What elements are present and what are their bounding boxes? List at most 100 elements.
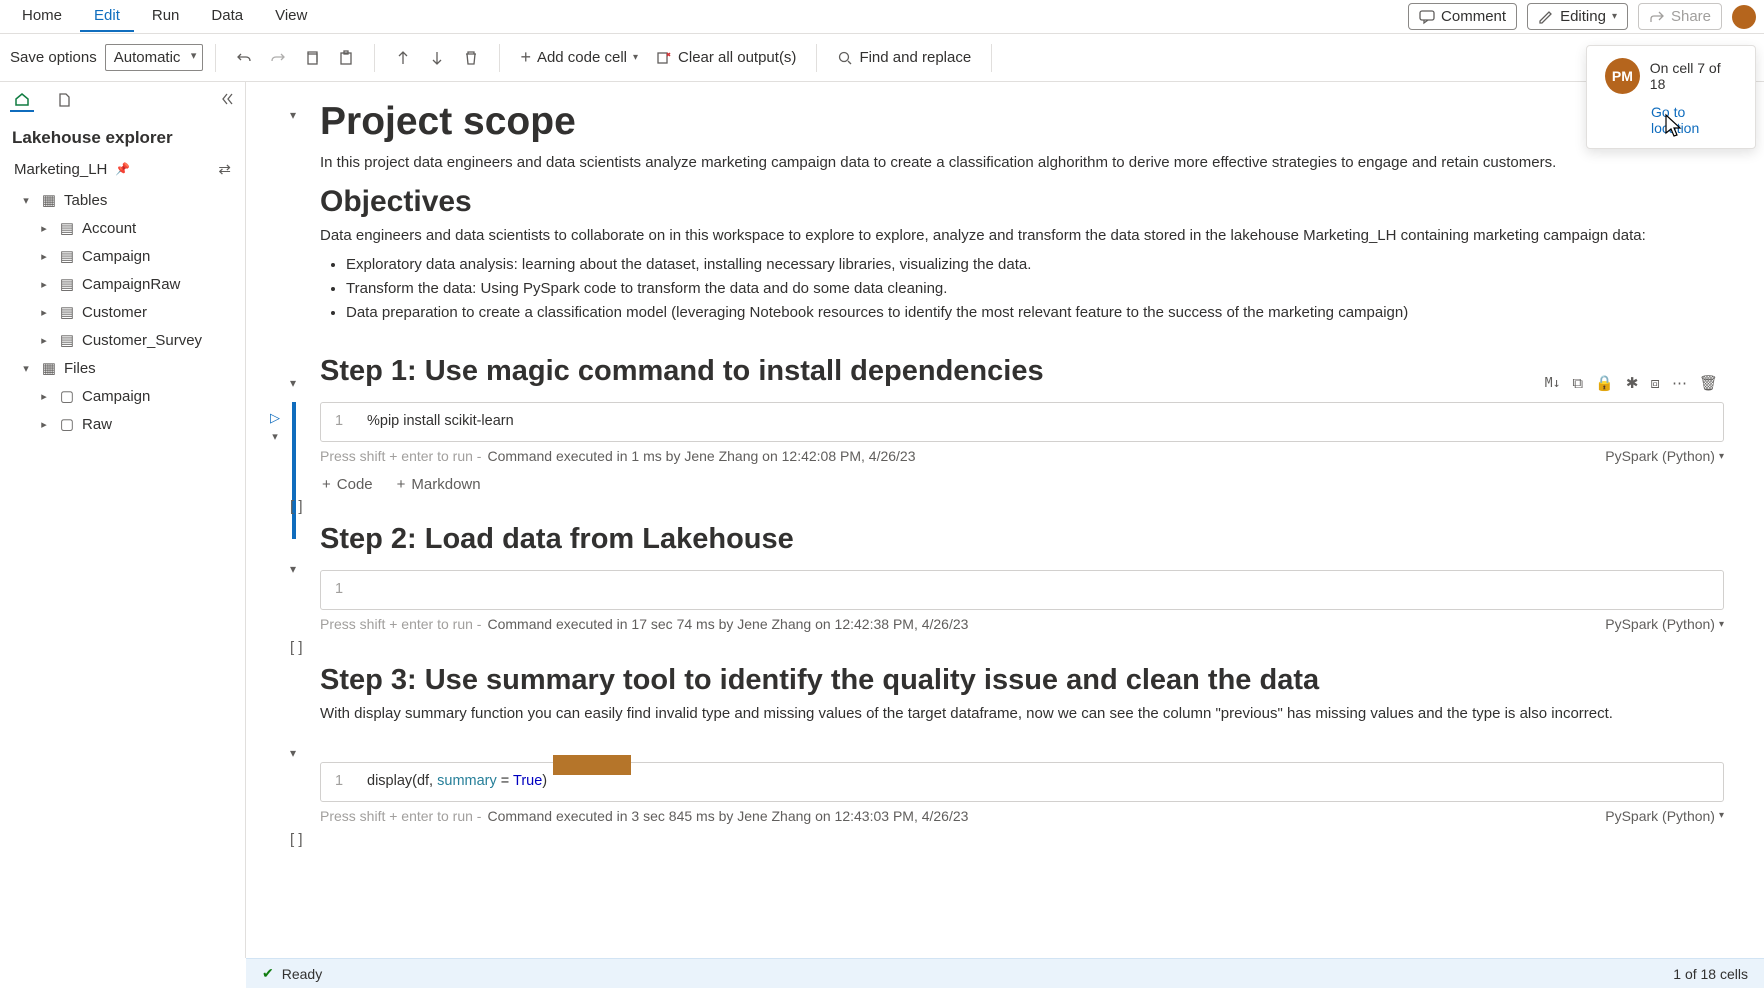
share-button[interactable]: Share	[1638, 3, 1722, 30]
collapse-cell-icon[interactable]: ▾	[290, 562, 296, 576]
move-up-button[interactable]	[387, 42, 419, 74]
scope-paragraph: In this project data engineers and data …	[320, 152, 1724, 175]
add-markdown-button[interactable]: + Markdown	[397, 476, 481, 493]
add-cell-row: +Code + Markdown	[320, 476, 1724, 493]
collapse-cell-icon[interactable]: ▾	[290, 108, 296, 122]
collapse-cell-icon[interactable]: ▾	[290, 746, 296, 760]
tables-node[interactable]: ▾ ▦ Tables	[0, 186, 245, 214]
menu-data[interactable]: Data	[197, 1, 257, 32]
markdown-badge[interactable]: M↓	[1545, 376, 1561, 391]
clear-output-button[interactable]: Clear all output(s)	[648, 45, 804, 70]
menu-run[interactable]: Run	[138, 1, 194, 32]
folder-name: Campaign	[82, 388, 150, 405]
plus-icon: +	[397, 476, 406, 493]
table-row[interactable]: ▸▤Account	[0, 214, 245, 242]
execution-status: Command executed in 17 sec 74 ms by Jene…	[487, 616, 968, 632]
execution-bracket: [ ]	[290, 639, 303, 656]
user-avatar[interactable]	[1732, 5, 1756, 29]
redo-button[interactable]	[262, 42, 294, 74]
lock-icon[interactable]: 🔒	[1595, 374, 1614, 392]
menu-edit[interactable]: Edit	[80, 1, 134, 32]
undo-button[interactable]	[228, 42, 260, 74]
chevron-down-icon: ▾	[1719, 619, 1724, 630]
menu-right-group: Comment Editing ▾ Share	[1408, 3, 1756, 30]
plus-icon: +	[520, 47, 531, 68]
table-row[interactable]: ▸▤Customer	[0, 298, 245, 326]
code-cell-3[interactable]: [ ] 1display(df, summary = True) Press s…	[320, 762, 1724, 826]
collapse-panel-button[interactable]	[219, 91, 235, 110]
code-cell-1[interactable]: M↓ ⧉ 🔒 ✱ ⧈ ⋯ 🗑 ▷ ▾ [ ] 1%pip install sci…	[320, 402, 1724, 493]
table-row[interactable]: ▸▤CampaignRaw	[0, 270, 245, 298]
chevron-down-icon: ▾	[1719, 810, 1724, 821]
snowflake-icon[interactable]: ✱	[1626, 374, 1639, 392]
paste-button[interactable]	[330, 42, 362, 74]
notebook-area[interactable]: ▾ Project scope In this project data eng…	[246, 82, 1764, 958]
add-markdown-label: Markdown	[411, 476, 480, 493]
lakehouse-tab[interactable]	[10, 88, 34, 112]
chevron-down-icon: ▾	[18, 194, 34, 207]
find-replace-button[interactable]: Find and replace	[829, 45, 979, 70]
menu-home[interactable]: Home	[8, 1, 76, 32]
more-icon[interactable]: ⋯	[1672, 374, 1687, 392]
chevron-right-icon: ▸	[36, 390, 52, 403]
table-row[interactable]: ▸▤Customer_Survey	[0, 326, 245, 354]
comment-label: Comment	[1441, 8, 1506, 25]
lakehouse-icon	[14, 91, 30, 107]
top-menu-bar: Home Edit Run Data View Comment Editing …	[0, 0, 1764, 34]
refresh-icon[interactable]: ⇄	[218, 160, 231, 178]
table-icon: ▤	[58, 303, 76, 321]
lakehouse-name-row[interactable]: Marketing_LH 📌 ⇄	[0, 154, 245, 184]
plus-icon: +	[322, 476, 331, 493]
separator	[816, 44, 817, 72]
table-icon: ▤	[58, 275, 76, 293]
save-mode-select[interactable]: Automatic	[105, 44, 204, 71]
folder-icon: ▦	[40, 191, 58, 209]
add-code-cell-button[interactable]: + Add code cell ▾	[512, 43, 646, 72]
trash-icon[interactable]: 🗑	[1699, 374, 1718, 392]
list-item: Transform the data: Using PySpark code t…	[346, 277, 1724, 301]
objectives-list: Exploratory data analysis: learning abou…	[320, 253, 1724, 325]
delete-button[interactable]	[455, 42, 487, 74]
chevron-down-icon[interactable]: ▾	[272, 430, 278, 443]
code-editor[interactable]: 1display(df, summary = True)	[320, 762, 1724, 802]
list-item: Exploratory data analysis: learning abou…	[346, 253, 1724, 277]
files-tab[interactable]	[52, 88, 76, 112]
status-bar: ✔ Ready 1 of 18 cells	[246, 958, 1764, 988]
notebook-inner: ▾ Project scope In this project data eng…	[246, 82, 1764, 866]
comment-button[interactable]: Comment	[1408, 3, 1517, 30]
kernel-label: PySpark (Python)	[1605, 448, 1715, 464]
folder-row[interactable]: ▸▢Raw	[0, 410, 245, 438]
kernel-selector[interactable]: PySpark (Python)▾	[1605, 448, 1724, 464]
pencil-icon	[1538, 9, 1554, 25]
folder-row[interactable]: ▸▢Campaign	[0, 382, 245, 410]
files-node[interactable]: ▾ ▦ Files	[0, 354, 245, 382]
folder-icon: ▦	[40, 359, 58, 377]
copy-button[interactable]	[296, 42, 328, 74]
clear-icon	[656, 50, 672, 66]
chevron-right-icon: ▸	[36, 278, 52, 291]
pin-icon[interactable]: 📌	[115, 162, 130, 176]
table-icon: ▤	[58, 247, 76, 265]
add-code-button[interactable]: +Code	[322, 476, 373, 493]
code-editor[interactable]: 1	[320, 570, 1724, 610]
menu-view[interactable]: View	[261, 1, 321, 32]
run-cell-button[interactable]: ▷	[270, 410, 280, 426]
kernel-selector[interactable]: PySpark (Python)▾	[1605, 808, 1724, 824]
cell-action-icon[interactable]: ⧉	[1572, 375, 1583, 392]
menu-left-group: Home Edit Run Data View	[8, 1, 321, 32]
run-hint: Press shift + enter to run -	[320, 808, 481, 824]
cell-action-icon[interactable]: ⧈	[1650, 375, 1660, 392]
editing-button[interactable]: Editing ▾	[1527, 3, 1628, 30]
code-editor[interactable]: 1%pip install scikit-learn	[320, 402, 1724, 442]
presence-avatar[interactable]: PM	[1605, 58, 1640, 94]
cell-count: 1 of 18 cells	[1673, 966, 1748, 982]
separator	[991, 44, 992, 72]
mouse-cursor-icon	[1662, 113, 1684, 141]
code-cell-2[interactable]: [ ] 1 Press shift + enter to run - Comma…	[320, 570, 1724, 634]
move-down-button[interactable]	[421, 42, 453, 74]
cell-status-row: Press shift + enter to run - Command exe…	[320, 446, 1724, 466]
collapse-cell-icon[interactable]: ▾	[290, 376, 296, 390]
table-row[interactable]: ▸▤Campaign	[0, 242, 245, 270]
kernel-selector[interactable]: PySpark (Python)▾	[1605, 616, 1724, 632]
presence-status: On cell 7 of 18	[1650, 60, 1737, 92]
